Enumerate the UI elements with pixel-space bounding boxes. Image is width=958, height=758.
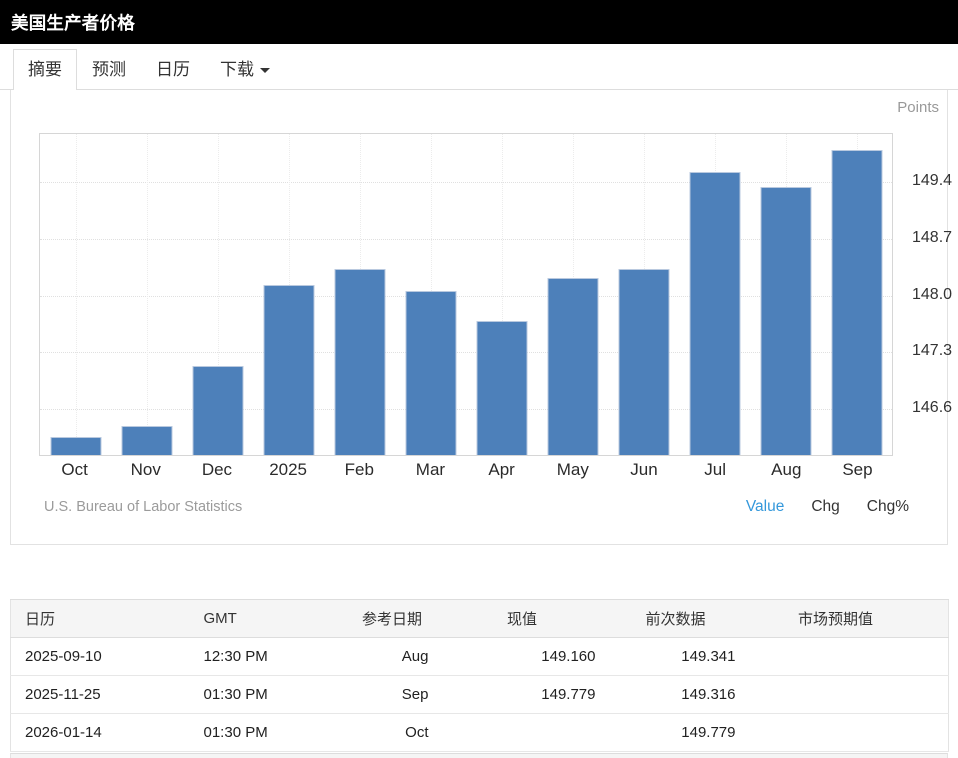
cell: Sep — [346, 676, 439, 714]
x-axis-label-Aug: Aug — [751, 460, 822, 480]
bar-Feb[interactable] — [334, 269, 385, 455]
cell — [926, 676, 949, 714]
y-axis-tick-label: 147.3 — [912, 342, 952, 360]
calendar-table-wrap: 日历GMT参考日期现值前次数据市场预期值 2025-09-1012:30 PMA… — [10, 599, 948, 752]
tab-3-日历[interactable]: 日历 — [141, 49, 205, 90]
x-axis-label-Sep: Sep — [822, 460, 893, 480]
col-header-市场预期值: 市场预期值 — [746, 600, 926, 638]
x-axis-labels: OctNovDec2025FebMarAprMayJunJulAugSep — [39, 460, 893, 480]
tab-2-预测[interactable]: 预测 — [77, 49, 141, 90]
tab-label: 日历 — [156, 60, 190, 79]
col-header-spacer — [926, 600, 949, 638]
bar-slot-Apr — [466, 134, 537, 455]
cell: 2025-09-10 — [11, 638, 196, 676]
cell: 01:30 PM — [196, 676, 346, 714]
y-axis-tick-label: 148.0 — [912, 286, 952, 304]
cell: 2026-01-14 — [11, 714, 196, 752]
x-axis-label-Nov: Nov — [110, 460, 181, 480]
bar-Oct[interactable] — [50, 437, 101, 455]
bar-slot-Mar — [395, 134, 466, 455]
cell — [746, 714, 926, 752]
bar-slot-Aug — [750, 134, 821, 455]
bar-Sep[interactable] — [831, 150, 882, 455]
bar-slot-Feb — [324, 134, 395, 455]
col-header-参考日期: 参考日期 — [346, 600, 439, 638]
calendar-table: 日历GMT参考日期现值前次数据市场预期值 2025-09-1012:30 PMA… — [10, 599, 949, 752]
bar-2025[interactable] — [263, 285, 314, 455]
cell: 2025-11-25 — [11, 676, 196, 714]
chart-card: Points 149.4148.7148.0147.3146.6 OctNovD… — [10, 90, 948, 545]
cell — [746, 676, 926, 714]
y-axis-labels: 149.4 148.7 148.0 147.3 146.6 — [912, 133, 958, 456]
bar-Nov[interactable] — [121, 426, 172, 455]
bar-slot-2025 — [253, 134, 324, 455]
tab-bar: 摘要 预测 日历 下载 — [0, 44, 958, 90]
cell — [926, 714, 949, 752]
x-axis-label-May: May — [537, 460, 608, 480]
bar-Mar[interactable] — [405, 291, 456, 455]
calendar-table-header-row: 日历GMT参考日期现值前次数据市场预期值 — [11, 600, 949, 638]
bar-Apr[interactable] — [476, 321, 527, 455]
mode-link-Chg[interactable]: Chg — [811, 498, 839, 516]
bar-slot-Dec — [182, 134, 253, 455]
mode-link-Value[interactable]: Value — [746, 498, 785, 516]
x-axis-label-2025: 2025 — [253, 460, 324, 480]
cell: 12:30 PM — [196, 638, 346, 676]
bar-chart-plot-area — [39, 133, 893, 456]
col-header-前次数据: 前次数据 — [606, 600, 746, 638]
cell: 149.779 — [606, 714, 746, 752]
title-bar: 美国生产者价格 — [0, 0, 958, 44]
table-row[interactable]: 2026-01-1401:30 PMOct 149.779 — [11, 714, 949, 752]
bar-slot-Sep — [821, 134, 892, 455]
y-axis-tick-label: 149.4 — [912, 172, 952, 190]
tab-label: 摘要 — [28, 60, 62, 79]
y-axis-unit-label: Points — [897, 99, 939, 116]
x-axis-label-Feb: Feb — [324, 460, 395, 480]
tab-4-下载[interactable]: 下载 — [205, 49, 285, 90]
bar-Aug[interactable] — [760, 187, 811, 455]
x-axis-label-Apr: Apr — [466, 460, 537, 480]
tab-1-摘要[interactable]: 摘要 — [13, 49, 77, 91]
y-axis-tick-label: 148.7 — [912, 229, 952, 247]
chart-mode-links: Value Chg Chg% — [719, 498, 909, 516]
chart-source-label: U.S. Bureau of Labor Statistics — [44, 499, 242, 515]
bar-slot-Nov — [111, 134, 182, 455]
cell — [926, 638, 949, 676]
cell — [746, 638, 926, 676]
y-axis-tick-label: 146.6 — [912, 399, 952, 417]
x-axis-label-Jul: Jul — [680, 460, 751, 480]
x-axis-label-Mar: Mar — [395, 460, 466, 480]
next-section-strip — [10, 753, 948, 758]
bar-slot-Oct — [40, 134, 111, 455]
chevron-down-icon — [260, 68, 270, 73]
tab-label: 预测 — [92, 60, 126, 79]
cell: 01:30 PM — [196, 714, 346, 752]
table-row[interactable]: 2025-11-2501:30 PMSep149.779149.316 — [11, 676, 949, 714]
bar-Dec[interactable] — [192, 366, 243, 455]
bar-slot-May — [537, 134, 608, 455]
col-header-现值: 现值 — [439, 600, 606, 638]
cell: 149.160 — [439, 638, 606, 676]
cell — [439, 714, 606, 752]
x-axis-label-Oct: Oct — [39, 460, 110, 480]
cell: Oct — [346, 714, 439, 752]
cell: Aug — [346, 638, 439, 676]
cell: 149.341 — [606, 638, 746, 676]
bar-slot-Jun — [608, 134, 679, 455]
bar-Jun[interactable] — [618, 269, 669, 455]
table-row[interactable]: 2025-09-1012:30 PMAug149.160149.341 — [11, 638, 949, 676]
col-header-日历: 日历 — [11, 600, 196, 638]
col-header-GMT: GMT — [196, 600, 346, 638]
tab-label: 下载 — [220, 60, 254, 79]
bar-May[interactable] — [547, 278, 598, 455]
page-title: 美国生产者价格 — [11, 10, 135, 35]
bar-Jul[interactable] — [689, 172, 740, 455]
x-axis-label-Jun: Jun — [608, 460, 679, 480]
cell: 149.779 — [439, 676, 606, 714]
mode-link-Chg%[interactable]: Chg% — [867, 498, 909, 516]
x-axis-label-Dec: Dec — [181, 460, 252, 480]
bar-slot-Jul — [679, 134, 750, 455]
cell: 149.316 — [606, 676, 746, 714]
